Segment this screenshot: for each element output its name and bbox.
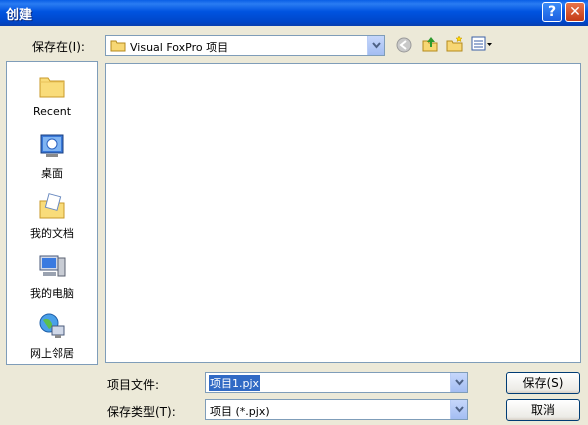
filename-label: 项目文件: (107, 378, 160, 392)
new-folder-icon[interactable] (446, 35, 464, 53)
save-button[interactable]: 保存(S) (506, 372, 580, 394)
place-label: 我的电脑 (30, 287, 74, 300)
filetype-dropdown-button[interactable] (450, 400, 467, 419)
save-in-combo[interactable]: Visual FoxPro 项目 (105, 35, 385, 56)
place-network[interactable]: 网上邻居 (7, 312, 97, 361)
chevron-down-icon (372, 42, 381, 49)
save-in-value: Visual FoxPro 项目 (130, 41, 229, 54)
place-desktop[interactable]: 桌面 (7, 132, 97, 181)
save-in-dropdown-button[interactable] (367, 36, 384, 55)
views-menu-icon[interactable] (471, 36, 493, 52)
help-button[interactable]: ? (542, 2, 562, 22)
desktop-icon (40, 134, 64, 157)
my-computer-icon (39, 255, 66, 277)
filetype-label: 保存类型(T): (107, 405, 176, 419)
place-recent[interactable]: Recent (7, 72, 97, 118)
network-places-icon (39, 313, 65, 338)
place-my-computer[interactable]: 我的电脑 (7, 252, 97, 301)
place-label: Recent (32, 105, 72, 118)
filetype-value: 项目 (*.pjx) (210, 405, 270, 418)
save-in-label: 保存在(I): (32, 40, 85, 54)
place-label: 桌面 (41, 167, 63, 180)
recent-folder-icon (39, 77, 65, 98)
filename-combo[interactable]: 项目1.pjx (205, 372, 468, 393)
folder-icon (110, 40, 126, 52)
place-my-documents[interactable]: 我的文档 (7, 192, 97, 241)
dialog-title: 创建 (6, 8, 33, 23)
my-documents-icon (39, 193, 65, 219)
close-button[interactable]: ✕ (565, 2, 585, 22)
chevron-down-icon (455, 406, 464, 413)
file-list[interactable] (105, 63, 581, 363)
back-icon[interactable] (396, 37, 412, 53)
title-bar[interactable]: 创建 ? ✕ (0, 0, 588, 26)
filetype-combo[interactable]: 项目 (*.pjx) (205, 399, 468, 420)
cancel-button[interactable]: 取消 (506, 399, 580, 421)
save-dialog: 创建 ? ✕ 保存在(I): Visual FoxPro 项目 Recent 桌… (0, 0, 588, 425)
place-label: 网上邻居 (30, 347, 74, 360)
filename-dropdown-button[interactable] (450, 373, 467, 392)
filename-input[interactable]: 项目1.pjx (209, 375, 261, 391)
places-bar: Recent 桌面 我的文档 我的电脑 网上邻居 (6, 61, 98, 365)
up-folder-icon[interactable] (421, 35, 439, 53)
place-label: 我的文档 (30, 227, 74, 240)
chevron-down-icon (455, 379, 464, 386)
